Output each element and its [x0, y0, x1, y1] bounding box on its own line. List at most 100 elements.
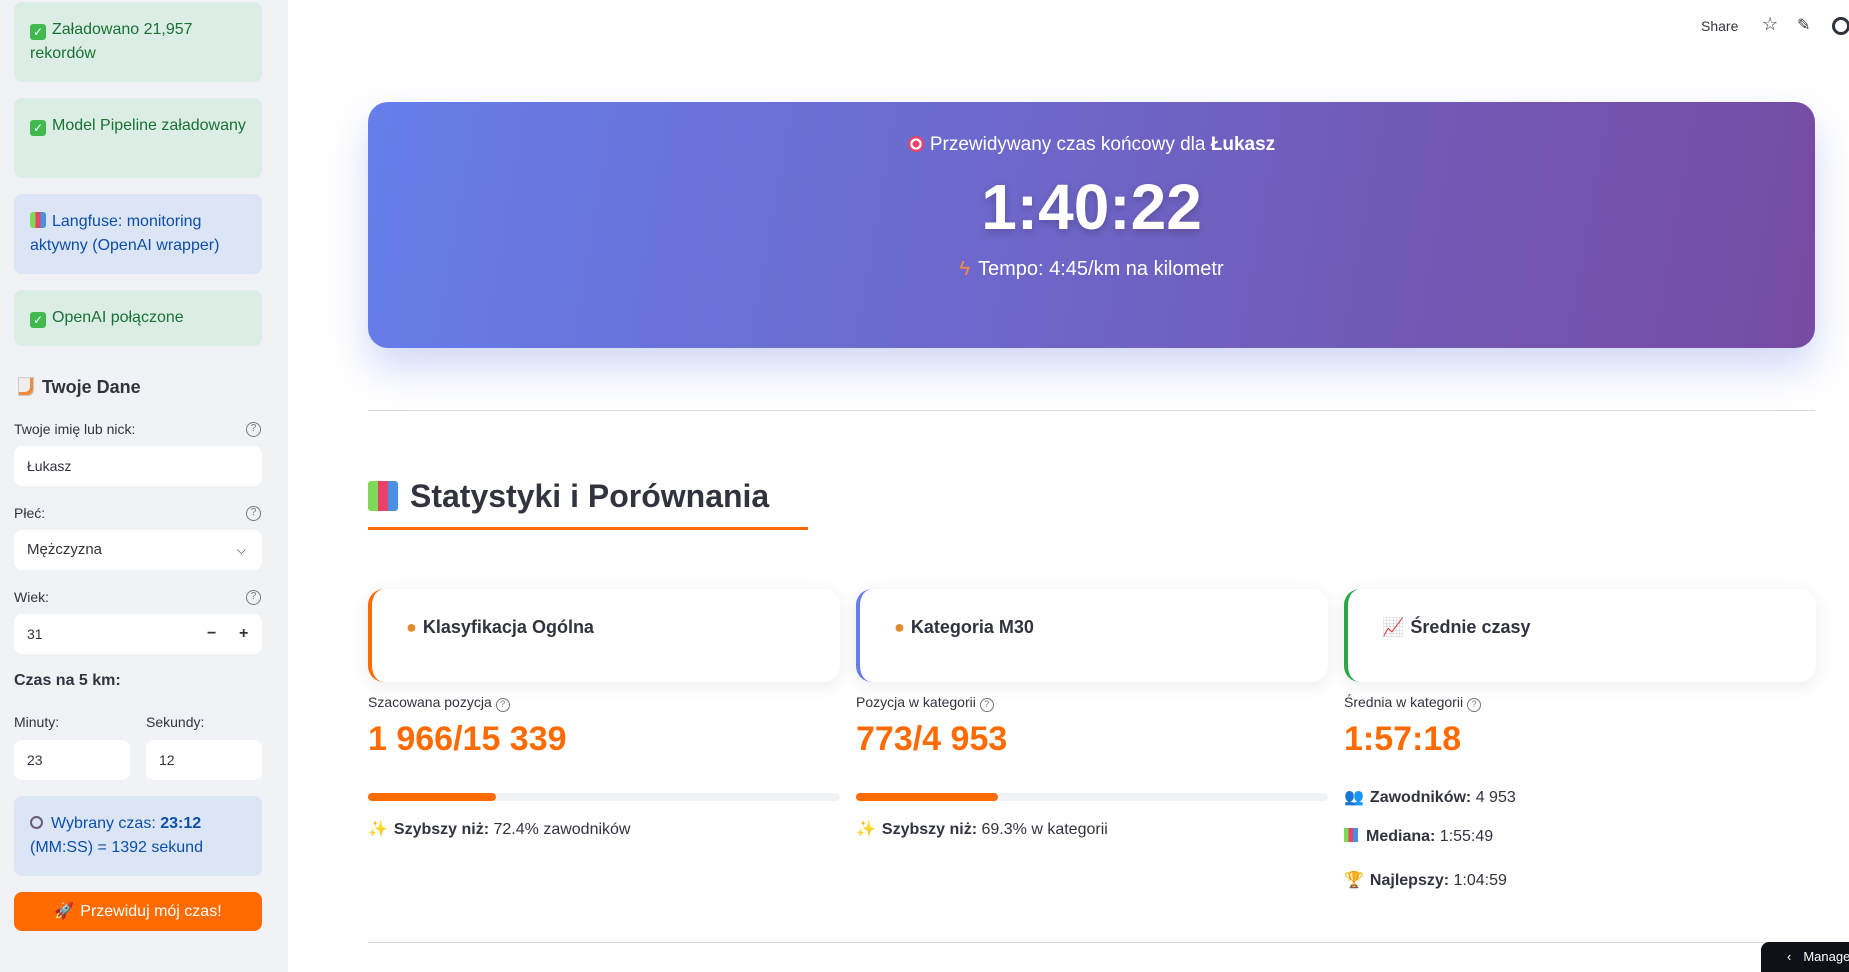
- card-title: Klasyfikacja Ogólna: [422, 617, 594, 637]
- stat-value: 1:55:49: [1435, 828, 1494, 845]
- age-input[interactable]: 31 − +: [14, 614, 262, 654]
- people-icon: 👥: [1344, 789, 1364, 806]
- share-button[interactable]: Share: [1701, 18, 1738, 34]
- selected-suffix: (MM:SS) = 1392 sekund: [30, 839, 203, 856]
- faster-than-overall: ✨ Szybszy niż: 72.4% zawodników: [368, 819, 630, 839]
- alert-text: Model Pipeline załadowany: [52, 117, 246, 134]
- help-icon[interactable]: ?: [246, 506, 261, 521]
- help-icon[interactable]: ?: [979, 698, 994, 712]
- decrement-button[interactable]: −: [207, 614, 216, 654]
- card-title: Kategoria M30: [910, 617, 1034, 637]
- selected-time-info: Wybrany czas: 23:12 (MM:SS) = 1392 sekund: [14, 796, 262, 876]
- chevron-left-icon: ‹: [1787, 949, 1792, 964]
- stats-title: Statystyki i Porównania: [410, 478, 770, 514]
- pace-text: Tempo: 4:45/km na kilometr: [977, 258, 1224, 280]
- chevron-down-icon: ⌵: [236, 543, 246, 557]
- lightning-icon: ϟ: [959, 258, 970, 280]
- category-progress-bar: [856, 793, 1328, 801]
- age-label: Wiek:: [14, 589, 49, 605]
- seconds-input[interactable]: 12: [146, 740, 262, 780]
- help-icon[interactable]: ?: [495, 698, 510, 712]
- check-icon: ✓: [30, 120, 46, 136]
- stat-value: 1:04:59: [1449, 872, 1507, 889]
- alert-text: Załadowano 21,957 rekordów: [30, 21, 193, 62]
- name-label: Twoje imię lub nick:: [14, 421, 136, 437]
- sidebar: ✓ Załadowano 21,957 rekordów ✓ Model Pipel…: [0, 0, 288, 972]
- card-averages: 📈 Średnie czasy: [1344, 589, 1816, 682]
- overall-progress-bar: [368, 793, 840, 801]
- name-input[interactable]: Łukasz: [14, 446, 262, 486]
- metric-label: Średnia w kategorii ?: [1344, 694, 1481, 712]
- check-icon: ✓: [30, 312, 46, 328]
- section-title: Twoje Dane: [18, 377, 141, 398]
- category-position: 773/4 953: [856, 720, 1008, 758]
- stat-best: 🏆 Najlepszy: 1:04:59: [1344, 870, 1507, 890]
- check-icon: ✓: [30, 24, 46, 40]
- rocket-icon: 🚀: [54, 903, 75, 920]
- star-icon[interactable]: ☆: [1762, 14, 1778, 35]
- category-average: 1:57:18: [1344, 720, 1462, 758]
- metric-label-text: Szacowana pozycja: [368, 694, 492, 710]
- chart-increasing-icon: 📈: [1382, 617, 1405, 637]
- overall-position: 1 966/15 339: [368, 720, 567, 758]
- medal-icon: ●: [406, 617, 417, 637]
- alert-model-loaded: ✓ Model Pipeline załadowany: [14, 98, 262, 178]
- divider: [368, 942, 1815, 943]
- alert-text: OpenAI połączone: [52, 309, 184, 326]
- metric-label-text: Pozycja w kategorii: [856, 694, 976, 710]
- trophy-icon: 🏆: [1344, 872, 1364, 889]
- card-overall: ● Klasyfikacja Ogólna: [368, 589, 840, 682]
- main-content: Share ☆ ✎ Przewidywany czas końcowy dla …: [288, 0, 1849, 972]
- note-text: 69.3% w kategorii: [977, 821, 1108, 838]
- edit-pencil-icon[interactable]: ✎: [1797, 15, 1810, 35]
- seconds-label: Sekundy:: [146, 714, 205, 730]
- stat-median: Mediana: 1:55:49: [1344, 828, 1493, 846]
- alert-langfuse: Langfuse: monitoring aktywny (OpenAI wra…: [14, 194, 262, 274]
- increment-button[interactable]: +: [239, 614, 248, 654]
- stat-participants: 👥 Zawodników: 4 953: [1344, 787, 1516, 807]
- gender-label: Płeć:: [14, 505, 46, 521]
- metric-label: Szacowana pozycja ?: [368, 694, 510, 712]
- time-title: Czas na 5 km:: [14, 672, 121, 689]
- prediction-heading: Przewidywany czas końcowy dla Łukasz: [368, 134, 1815, 156]
- note-bold: Szybszy niż:: [393, 821, 490, 838]
- stat-label: Najlepszy:: [1369, 872, 1450, 889]
- manage-app-button[interactable]: ‹ Manage app: [1761, 942, 1849, 972]
- card-category: ● Kategoria M30: [856, 589, 1328, 682]
- help-icon[interactable]: ?: [1466, 698, 1481, 712]
- note-text: 72.4% zawodników: [489, 821, 631, 838]
- manage-label: Manage app: [1803, 949, 1849, 964]
- help-icon[interactable]: ?: [246, 422, 261, 437]
- prediction-banner: Przewidywany czas końcowy dla Łukasz 1:4…: [368, 102, 1815, 348]
- stats-heading: Statystyki i Porównania: [368, 478, 808, 530]
- minutes-input[interactable]: 23: [14, 740, 130, 780]
- alert-text: Langfuse: monitoring aktywny (OpenAI wra…: [30, 213, 220, 254]
- predict-button[interactable]: 🚀 Przewiduj mój czas!: [14, 892, 262, 931]
- stat-label: Mediana:: [1366, 828, 1436, 845]
- sparkles-icon: ✨: [856, 821, 876, 838]
- metric-label-text: Średnia w kategorii: [1344, 694, 1464, 710]
- bar-chart-icon: [1344, 828, 1358, 842]
- bar-chart-icon: [368, 481, 398, 511]
- pace-line: ϟ Tempo: 4:45/km na kilometr: [368, 258, 1815, 281]
- divider: [368, 410, 1815, 411]
- stopwatch-icon: [30, 816, 43, 829]
- target-icon: [907, 136, 924, 152]
- github-icon[interactable]: [1832, 17, 1849, 35]
- progress-fill: [856, 793, 998, 801]
- age-value: 31: [27, 626, 43, 642]
- stat-value: 4 953: [1471, 789, 1516, 806]
- alert-records-loaded: ✓ Załadowano 21,957 rekordów: [14, 2, 262, 82]
- progress-fill: [368, 793, 497, 801]
- sparkles-icon: ✨: [368, 821, 388, 838]
- alert-openai: ✓ OpenAI połączone: [14, 290, 262, 346]
- predicted-time: 1:40:22: [981, 171, 1202, 243]
- stat-label: Zawodników:: [1369, 789, 1472, 806]
- selected-time: 23:12: [160, 815, 202, 832]
- faster-than-category: ✨ Szybszy niż: 69.3% w kategorii: [856, 819, 1108, 839]
- medal-icon: ●: [894, 617, 905, 637]
- help-icon[interactable]: ?: [246, 590, 261, 605]
- runner-name: Łukasz: [1210, 134, 1276, 155]
- gender-select[interactable]: Mężczyzna ⌵: [14, 530, 262, 570]
- gender-value: Mężczyzna: [27, 541, 103, 558]
